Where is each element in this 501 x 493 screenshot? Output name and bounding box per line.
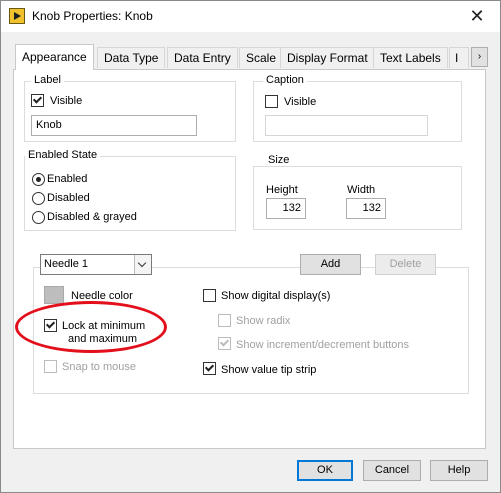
caption-group-title: Caption — [263, 74, 307, 86]
show-value-tip-strip-checkbox[interactable] — [203, 362, 216, 375]
window-title: Knob Properties: Knob — [32, 9, 153, 23]
caption-input[interactable] — [265, 115, 428, 136]
enabled-state-title: Enabled State — [25, 149, 101, 161]
chevron-right-icon: › — [477, 51, 482, 62]
radio-selected-dot — [36, 177, 41, 182]
needle-color-swatch[interactable] — [44, 286, 64, 304]
disabled-grayed-radio[interactable] — [32, 211, 45, 224]
width-input[interactable]: 132 — [346, 198, 386, 219]
close-button[interactable]: ✕ — [454, 1, 500, 32]
show-increment-decrement-label: Show increment/decrement buttons — [236, 339, 410, 351]
ok-button[interactable]: OK — [297, 460, 353, 481]
label-visible-checkbox[interactable] — [31, 94, 44, 107]
red-highlight-ellipse — [15, 301, 167, 353]
checkmark-icon — [204, 362, 215, 372]
height-label: Height — [266, 184, 298, 196]
tab-appearance[interactable]: Appearance — [15, 44, 94, 70]
enabled-radio-label: Enabled — [47, 173, 88, 185]
tab-scroll-right-button[interactable]: › — [471, 47, 488, 67]
needle-select[interactable]: Needle 1 — [40, 254, 152, 275]
snap-to-mouse-checkbox[interactable] — [44, 360, 57, 373]
tab-display-format[interactable]: Display Format — [280, 47, 375, 68]
height-input[interactable]: 132 — [266, 198, 306, 219]
checkmark-icon — [219, 337, 230, 347]
labview-vi-icon — [9, 8, 25, 24]
tab-scale[interactable]: Scale — [239, 47, 284, 68]
caption-visible-text: Visible — [284, 96, 317, 108]
show-increment-decrement-checkbox[interactable] — [218, 337, 231, 350]
title-bar: Knob Properties: Knob ✕ — [1, 1, 500, 32]
show-digital-display-label: Show digital display(s) — [221, 290, 331, 302]
width-label: Width — [347, 184, 376, 196]
show-value-tip-strip-label: Show value tip strip — [221, 364, 317, 376]
tab-overflow[interactable]: I — [449, 47, 469, 68]
show-radix-checkbox[interactable] — [218, 314, 231, 327]
delete-needle-button[interactable]: Delete — [375, 254, 436, 275]
label-visible-text: Visible — [50, 95, 83, 107]
disabled-radio[interactable] — [32, 192, 45, 205]
cancel-button[interactable]: Cancel — [363, 460, 421, 481]
tab-data-type[interactable]: Data Type — [97, 47, 166, 68]
show-digital-display-checkbox[interactable] — [203, 289, 216, 302]
tab-data-entry[interactable]: Data Entry — [167, 47, 238, 68]
dialog-window: Knob Properties: Knob ✕ Appearance Data … — [0, 0, 501, 493]
enabled-radio[interactable] — [32, 173, 45, 186]
disabled-radio-label: Disabled — [47, 192, 90, 204]
tab-text-labels[interactable]: Text Labels — [373, 47, 448, 68]
help-button[interactable]: Help — [430, 460, 488, 481]
label-input[interactable]: Knob — [31, 115, 197, 136]
show-radix-label: Show radix — [236, 315, 291, 327]
size-group-title: Size — [265, 154, 293, 166]
checkmark-icon — [32, 94, 43, 104]
snap-to-mouse-label: Snap to mouse — [62, 361, 136, 373]
chevron-down-icon — [134, 255, 151, 274]
add-needle-button[interactable]: Add — [300, 254, 361, 275]
caption-visible-checkbox[interactable] — [265, 95, 278, 108]
label-group-title: Label — [31, 74, 64, 86]
appearance-panel: Label Visible Knob Caption Visible Enabl… — [13, 69, 486, 449]
disabled-grayed-radio-label: Disabled & grayed — [47, 211, 137, 223]
needle-select-value: Needle 1 — [44, 258, 89, 270]
